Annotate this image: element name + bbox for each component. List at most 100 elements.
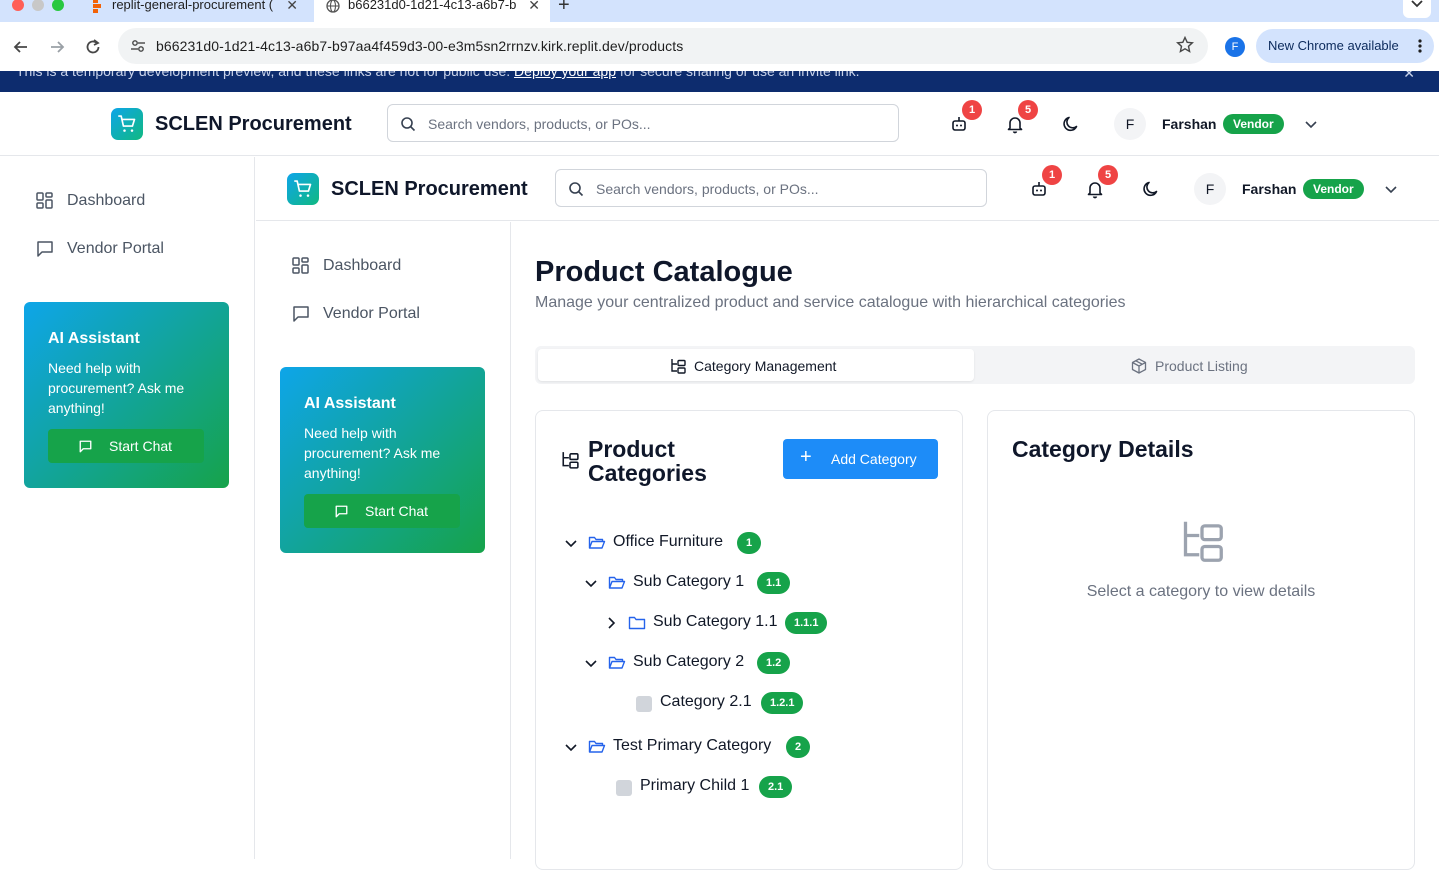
bookmark-star-icon[interactable] — [1176, 36, 1194, 54]
tab-label: Category Management — [694, 358, 837, 374]
chevron-down-icon[interactable] — [564, 536, 578, 550]
search-placeholder: Search vendors, products, or POs... — [596, 181, 819, 197]
window-minimize-button[interactable] — [32, 0, 44, 11]
dev-preview-banner: This is a temporary development preview,… — [0, 71, 1439, 92]
user-name[interactable]: Farshan — [1242, 181, 1296, 197]
browser-tab-products[interactable]: b66231d0-1d21-4c13-a6b7-b ✕ — [314, 0, 550, 22]
reload-icon[interactable] — [83, 37, 103, 57]
sidebar-outer: Dashboard Vendor Portal AI Assistant Nee… — [0, 157, 255, 859]
empty-state-text: Select a category to view details — [1086, 583, 1316, 600]
sidebar-item-dashboard[interactable]: Dashboard — [35, 181, 235, 221]
browser-tab-procurement[interactable]: replit-general-procurement ( ✕ — [78, 0, 308, 22]
chevron-down-icon[interactable] — [1384, 182, 1398, 196]
user-avatar[interactable]: F — [1194, 173, 1226, 205]
category-code-badge: 1.2.1 — [761, 692, 804, 714]
category-code-badge: 2.1 — [759, 776, 793, 798]
start-chat-label: Start Chat — [109, 438, 173, 454]
folder-icon — [628, 616, 646, 630]
site-settings-icon[interactable] — [130, 38, 146, 54]
tab-product-listing[interactable]: Product Listing — [976, 349, 1412, 381]
leaf-node-marker — [636, 696, 652, 712]
page-title: Product Catalogue — [535, 256, 793, 288]
search-input[interactable]: Search vendors, products, or POs... — [387, 104, 899, 142]
notification-count-badge: 5 — [1018, 100, 1038, 120]
dashboard-grid-icon — [292, 257, 309, 274]
forward-arrow-icon[interactable] — [47, 37, 67, 57]
ai-assistant-description: Need help with procurement? Ask me anyth… — [48, 360, 185, 416]
start-chat-button[interactable]: Start Chat — [48, 429, 204, 463]
category-code-badge: 2 — [786, 736, 811, 758]
brand-name: SCLEN Procurement — [155, 113, 352, 135]
app-header-inner: SCLEN Procurement Search vendors, produc… — [256, 157, 1439, 221]
categories-title: Product Categories — [588, 436, 707, 486]
replit-favicon-icon — [93, 0, 101, 13]
address-bar[interactable]: b66231d0-1d21-4c13-a6b7-b97aa4f459d3-00-… — [118, 28, 1208, 64]
sidebar-item-label: Dashboard — [323, 257, 402, 274]
brand-logo[interactable] — [287, 173, 319, 205]
update-label: New Chrome available — [1268, 38, 1399, 53]
window-zoom-button[interactable] — [52, 0, 64, 11]
sidebar-item-vendor-portal[interactable]: Vendor Portal — [35, 229, 235, 269]
ai-assistant-title: AI Assistant — [48, 330, 140, 347]
shopping-cart-icon — [118, 115, 136, 132]
category-code-badge: 1.1 — [757, 572, 791, 594]
start-chat-button[interactable]: Start Chat — [304, 494, 460, 528]
category-details-title: Category Details — [1012, 436, 1194, 462]
folder-open-icon — [588, 740, 606, 753]
deploy-link[interactable]: Deploy your app — [514, 71, 616, 79]
folder-open-icon — [588, 536, 606, 549]
banner-close-icon[interactable]: ✕ — [1403, 71, 1415, 82]
brand-logo[interactable] — [111, 108, 143, 140]
tree-node-primary-child-1[interactable]: Primary Child 1 2.1 — [616, 772, 936, 802]
chevron-down-icon[interactable] — [584, 576, 598, 590]
sidebar-inner: Dashboard Vendor Portal AI Assistant Nee… — [256, 222, 511, 859]
tree-node-test-primary-category[interactable]: Test Primary Category 2 — [564, 732, 944, 762]
search-placeholder: Search vendors, products, or POs... — [428, 116, 651, 132]
notification-count-badge: 5 — [1098, 165, 1118, 185]
moon-icon[interactable] — [1141, 179, 1161, 199]
tree-node-sub-category-2[interactable]: Sub Category 2 1.2 — [584, 648, 944, 678]
tree-node-sub-category-1[interactable]: Sub Category 1 1.1 — [584, 568, 944, 598]
tree-node-label: Category 2.1 — [660, 693, 752, 710]
chrome-update-button[interactable]: New Chrome available — [1256, 29, 1434, 63]
category-code-badge: 1 — [737, 532, 762, 554]
category-code-badge: 1.1.1 — [785, 612, 828, 634]
back-arrow-icon[interactable] — [11, 37, 31, 57]
ai-assistant-card: AI Assistant Need help with procurement?… — [24, 302, 229, 488]
sidebar-item-vendor-portal[interactable]: Vendor Portal — [291, 294, 491, 334]
message-square-icon — [293, 306, 309, 322]
package-icon — [1131, 358, 1147, 374]
search-input[interactable]: Search vendors, products, or POs... — [555, 169, 987, 207]
user-name[interactable]: Farshan — [1162, 116, 1216, 132]
moon-icon[interactable] — [1061, 114, 1081, 134]
sidebar-item-dashboard[interactable]: Dashboard — [291, 246, 491, 286]
chevron-down-icon[interactable] — [564, 740, 578, 754]
tree-node-sub-category-1-1[interactable]: Sub Category 1.1 1.1.1 — [604, 608, 944, 638]
chevron-down-icon — [1411, 0, 1423, 8]
tree-node-label: Sub Category 2 — [633, 653, 745, 670]
tab-close-icon[interactable]: ✕ — [286, 0, 298, 18]
window-close-button[interactable] — [12, 0, 24, 11]
kebab-menu-icon — [1418, 39, 1422, 53]
tree-node-office-furniture[interactable]: Office Furniture 1 — [564, 528, 944, 558]
tree-node-label: Office Furniture — [613, 533, 723, 550]
sidebar-item-label: Vendor Portal — [323, 305, 420, 322]
chevron-right-icon[interactable] — [604, 616, 618, 630]
app-header-outer: SCLEN Procurement Search vendors, produc… — [0, 92, 1439, 156]
tree-node-category-2-1[interactable]: Category 2.1 1.2.1 — [636, 688, 936, 718]
tab-close-icon[interactable]: ✕ — [528, 0, 540, 18]
chevron-down-icon[interactable] — [1304, 117, 1318, 131]
user-avatar[interactable]: F — [1114, 108, 1146, 140]
new-tab-plus-icon[interactable]: + — [558, 0, 570, 17]
add-category-button[interactable]: + Add Category — [783, 439, 938, 479]
folder-tree-icon — [671, 359, 686, 374]
tree-node-label: Sub Category 1 — [633, 573, 745, 590]
chevron-down-icon[interactable] — [584, 656, 598, 670]
role-badge: Vendor — [1303, 179, 1364, 199]
browser-tab-strip: replit-general-procurement ( ✕ b66231d0-… — [0, 0, 1439, 22]
ai-assistant-card: AI Assistant Need help with procurement?… — [280, 367, 485, 553]
tab-category-management[interactable]: Category Management — [538, 349, 974, 381]
chrome-profile-avatar[interactable]: F — [1225, 37, 1245, 57]
tab-search-button[interactable] — [1403, 0, 1431, 18]
tree-node-label: Test Primary Category — [613, 737, 772, 754]
